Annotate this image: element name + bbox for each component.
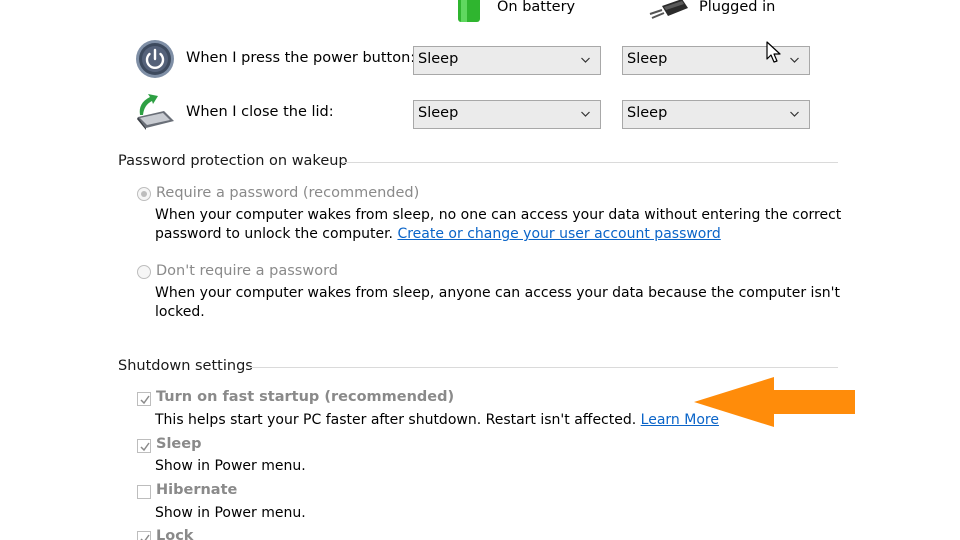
power-button-icon [135, 39, 175, 79]
lock-option-label: Lock [156, 528, 194, 540]
require-password-desc-text: password to unlock the computer. [155, 226, 393, 242]
checkmark-icon [140, 534, 150, 540]
chevron-down-icon [790, 111, 799, 117]
battery-icon [455, 0, 485, 24]
close-lid-label: When I close the lid: [186, 104, 334, 120]
sleep-option-label: Sleep [156, 436, 202, 452]
hibernate-checkbox[interactable] [137, 485, 151, 499]
password-protection-heading: Password protection on wakeup [118, 153, 348, 169]
power-button-label: When I press the power button: [186, 50, 416, 66]
plugged-in-header: Plugged in [699, 0, 776, 15]
lid-battery-value: Sleep [418, 105, 459, 121]
require-password-desc-line2: password to unlock the computer. Create … [155, 225, 721, 244]
power-plug-icon [648, 0, 692, 22]
password-section-divider [342, 162, 838, 163]
orange-arrow-icon [694, 376, 856, 428]
shutdown-settings-heading: Shutdown settings [118, 358, 253, 374]
power-button-battery-select[interactable]: Sleep [413, 46, 601, 75]
power-button-battery-value: Sleep [418, 51, 459, 67]
require-password-radio[interactable] [137, 187, 151, 201]
on-battery-header: On battery [497, 0, 576, 15]
lid-plugged-value: Sleep [627, 105, 668, 121]
require-password-label: Require a password (recommended) [156, 185, 420, 201]
require-password-desc-line1: When your computer wakes from sleep, no … [155, 207, 842, 223]
fast-startup-checkbox[interactable] [137, 392, 151, 406]
fast-startup-label: Turn on fast startup (recommended) [156, 389, 455, 405]
fast-startup-desc: This helps start your PC faster after sh… [155, 411, 719, 430]
lid-plugged-select[interactable]: Sleep [622, 100, 810, 129]
hibernate-option-label: Hibernate [156, 482, 238, 498]
dont-require-password-label: Don't require a password [156, 263, 339, 279]
checkmark-icon [140, 395, 150, 405]
chevron-down-icon [790, 57, 799, 63]
shutdown-section-divider [250, 367, 838, 368]
hibernate-option-desc: Show in Power menu. [155, 505, 306, 521]
power-button-plugged-value: Sleep [627, 51, 668, 67]
dont-require-desc-line2: locked. [155, 304, 205, 320]
sleep-checkbox[interactable] [137, 439, 151, 453]
chevron-down-icon [581, 111, 590, 117]
dont-require-desc-line1: When your computer wakes from sleep, any… [155, 285, 840, 301]
create-password-link[interactable]: Create or change your user account passw… [397, 226, 720, 242]
chevron-down-icon [581, 57, 590, 63]
sleep-option-desc: Show in Power menu. [155, 458, 306, 474]
lock-checkbox[interactable] [137, 531, 151, 540]
laptop-lid-icon [134, 93, 176, 131]
mouse-cursor-icon [766, 41, 782, 65]
fast-startup-desc-text: This helps start your PC faster after sh… [155, 412, 637, 428]
checkmark-icon [140, 442, 150, 452]
dont-require-password-radio[interactable] [137, 265, 151, 279]
lid-battery-select[interactable]: Sleep [413, 100, 601, 129]
